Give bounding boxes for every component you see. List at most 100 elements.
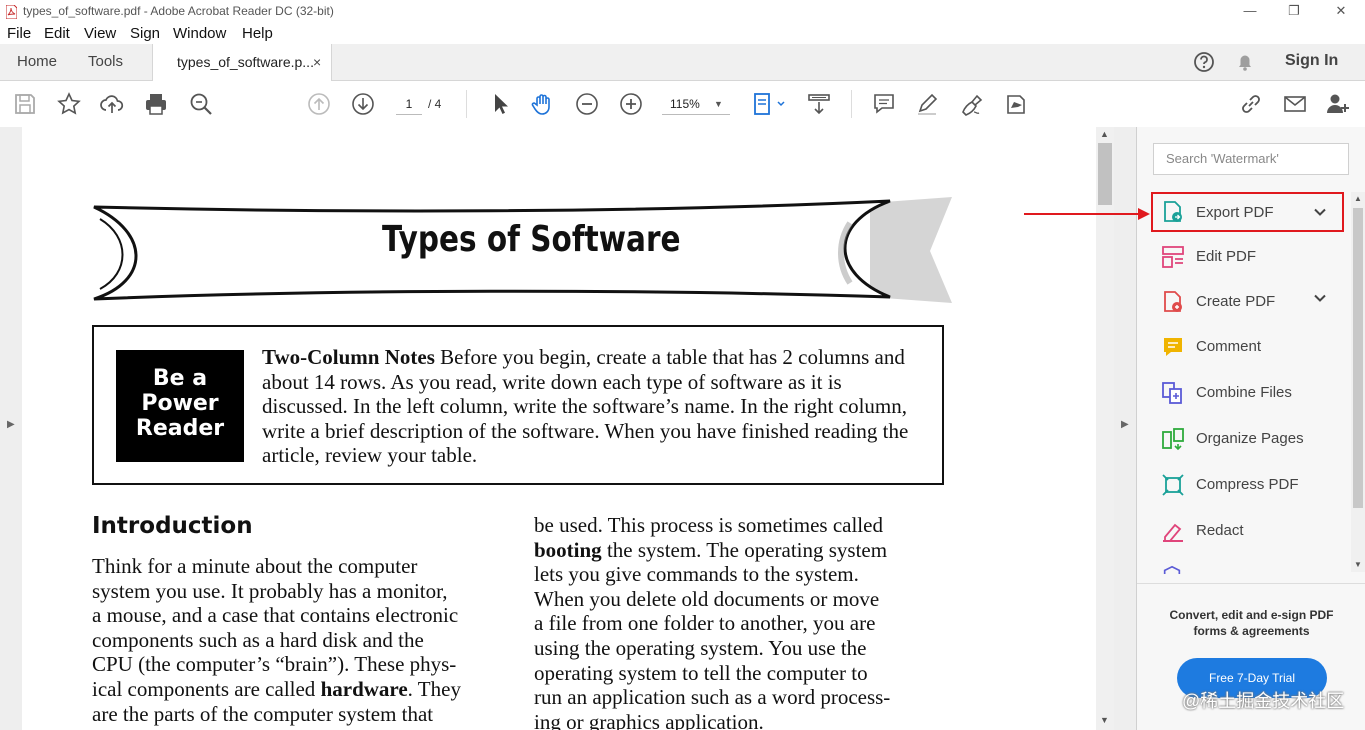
zoom-out-icon[interactable] bbox=[574, 91, 600, 117]
text-line: a mouse, and a case that contains electr… bbox=[92, 603, 459, 628]
scrollbar-thumb[interactable] bbox=[1098, 143, 1112, 205]
pdf-page: Types of Software Be a Power Reader Two-… bbox=[22, 127, 1096, 730]
tool-combine-files[interactable]: Combine Files bbox=[1151, 373, 1344, 413]
tool-create-pdf[interactable]: Create PDF bbox=[1151, 282, 1344, 322]
power-reader-badge: Be a Power Reader bbox=[116, 350, 244, 462]
document-tab-label: types_of_software.p... bbox=[177, 54, 314, 70]
text-line: booting the system. The operating system bbox=[534, 538, 890, 563]
scroll-down-icon[interactable]: ▼ bbox=[1354, 560, 1362, 569]
tool-organize-pages[interactable]: Organize Pages bbox=[1151, 419, 1344, 459]
select-cursor-icon[interactable] bbox=[487, 91, 513, 117]
highlight-pen-icon[interactable] bbox=[914, 91, 940, 117]
restore-button[interactable]: ❐ bbox=[1284, 3, 1304, 19]
text-line: are the parts of the computer system tha… bbox=[92, 701, 434, 726]
power-reader-line: Reader bbox=[135, 416, 225, 441]
tools-list-fade bbox=[1137, 575, 1351, 583]
next-page-icon[interactable] bbox=[350, 91, 376, 117]
partial-tool-icon bbox=[1161, 564, 1183, 574]
menu-sign[interactable]: Sign bbox=[130, 25, 160, 42]
menu-file[interactable]: File bbox=[7, 25, 31, 42]
menu-help[interactable]: Help bbox=[242, 25, 273, 42]
left-panel-toggle[interactable]: ▶ bbox=[0, 127, 22, 730]
zoom-in-icon[interactable] bbox=[618, 91, 644, 117]
tool-export-pdf[interactable]: Export PDF bbox=[1151, 192, 1344, 232]
notes-paragraph: Two-Column Notes Before you begin, creat… bbox=[262, 345, 922, 468]
fill-and-sign-icon[interactable] bbox=[958, 91, 984, 117]
text-line: components such as a hard disk and the bbox=[92, 627, 424, 652]
tool-edit-pdf[interactable]: Edit PDF bbox=[1151, 237, 1344, 277]
tool-comment[interactable]: Comment bbox=[1151, 327, 1344, 367]
notification-bell-icon[interactable] bbox=[1234, 51, 1256, 73]
tool-label: Comment bbox=[1196, 338, 1262, 355]
hand-tool-icon[interactable] bbox=[530, 91, 556, 117]
comment-icon bbox=[1164, 338, 1182, 356]
scroll-up-icon[interactable]: ▲ bbox=[1100, 129, 1109, 139]
text-segment: ical components are called bbox=[92, 676, 321, 701]
tab-home[interactable]: Home bbox=[17, 44, 57, 80]
sign-in-button[interactable]: Sign In bbox=[1285, 52, 1338, 70]
text-line: using the operating system. You use the bbox=[534, 635, 867, 660]
bookmark-star-icon[interactable] bbox=[56, 91, 82, 117]
scrollbar-thumb[interactable] bbox=[1353, 208, 1363, 508]
text-line: run an application such as a word proces… bbox=[534, 685, 891, 710]
chevron-down-icon[interactable] bbox=[1313, 205, 1327, 219]
tools-scrollbar[interactable]: ▲ ▼ bbox=[1351, 192, 1365, 572]
text-segment: . They bbox=[407, 676, 461, 701]
combine-files-icon bbox=[1162, 382, 1182, 404]
tool-redact[interactable]: Redact bbox=[1151, 511, 1344, 551]
main-toolbar: 1 / 4 115% ▼ bbox=[0, 81, 1365, 128]
promo-line: forms & agreements bbox=[1193, 624, 1310, 638]
scroll-down-icon[interactable]: ▼ bbox=[1100, 715, 1109, 725]
compress-pdf-icon bbox=[1162, 474, 1184, 496]
two-column-notes-box: Be a Power Reader Two-Column Notes Befor… bbox=[92, 325, 944, 485]
text-line: When you delete old documents or move bbox=[534, 586, 880, 611]
text-line: a file from one folder to another, you a… bbox=[534, 611, 876, 636]
tool-label: Create PDF bbox=[1196, 293, 1276, 310]
redact-icon bbox=[1163, 523, 1183, 542]
tools-search-input[interactable]: Search 'Watermark' bbox=[1153, 143, 1349, 175]
comment-tool-icon[interactable] bbox=[871, 91, 897, 117]
tab-tools[interactable]: Tools bbox=[88, 44, 123, 80]
scrolling-mode-icon[interactable] bbox=[806, 91, 832, 117]
menu-edit[interactable]: Edit bbox=[44, 25, 70, 42]
close-window-button[interactable]: ✕ bbox=[1331, 3, 1351, 19]
watermark-text: @稀土掘金技术社区 bbox=[1182, 691, 1345, 711]
minimize-button[interactable]: — bbox=[1240, 3, 1260, 18]
bold-term: hardware bbox=[320, 676, 408, 701]
scroll-up-icon[interactable]: ▲ bbox=[1354, 194, 1362, 203]
send-for-signature-icon[interactable] bbox=[1003, 91, 1029, 117]
previous-page-icon[interactable] bbox=[306, 91, 332, 117]
annotation-arrow-icon bbox=[1024, 208, 1150, 220]
print-icon[interactable] bbox=[143, 91, 169, 117]
share-link-icon[interactable] bbox=[1238, 91, 1264, 117]
zoom-level-select[interactable]: 115% ▼ bbox=[662, 94, 730, 115]
expand-left-icon: ▶ bbox=[7, 419, 15, 430]
introduction-heading: Introduction bbox=[92, 513, 253, 539]
text-line: ing or graphics application. bbox=[534, 709, 764, 730]
tool-compress-pdf[interactable]: Compress PDF bbox=[1151, 465, 1344, 505]
upload-cloud-icon[interactable] bbox=[99, 91, 125, 117]
promo-line: Convert, edit and e-sign PDF bbox=[1169, 608, 1334, 622]
window-title: types_of_software.pdf - Adobe Acrobat Re… bbox=[23, 4, 334, 18]
fit-page-icon[interactable] bbox=[752, 91, 788, 117]
banner-title: Types of Software bbox=[382, 219, 681, 260]
close-tab-icon[interactable]: × bbox=[313, 44, 321, 80]
save-icon[interactable] bbox=[12, 91, 38, 117]
tab-document[interactable]: types_of_software.p... × bbox=[152, 44, 332, 81]
tool-label: Organize Pages bbox=[1196, 430, 1304, 447]
add-user-icon[interactable] bbox=[1325, 91, 1351, 117]
toolbar-divider bbox=[466, 90, 467, 118]
menu-window[interactable]: Window bbox=[173, 25, 226, 42]
edit-pdf-icon bbox=[1162, 246, 1184, 268]
search-zoom-icon[interactable] bbox=[188, 91, 214, 117]
help-icon[interactable] bbox=[1193, 51, 1215, 73]
email-icon[interactable] bbox=[1282, 91, 1308, 117]
document-viewer[interactable]: Types of Software Be a Power Reader Two-… bbox=[22, 127, 1096, 730]
menu-bar: File Edit View Sign Window Help bbox=[0, 24, 1365, 44]
menu-view[interactable]: View bbox=[84, 25, 116, 42]
chevron-down-icon[interactable] bbox=[1313, 291, 1327, 305]
text-segment: the system. The operating system bbox=[601, 537, 888, 562]
page-number-input[interactable]: 1 bbox=[396, 94, 422, 115]
page-total-label: / 4 bbox=[428, 97, 442, 111]
text-line: Think for a minute about the computer bbox=[92, 554, 418, 578]
